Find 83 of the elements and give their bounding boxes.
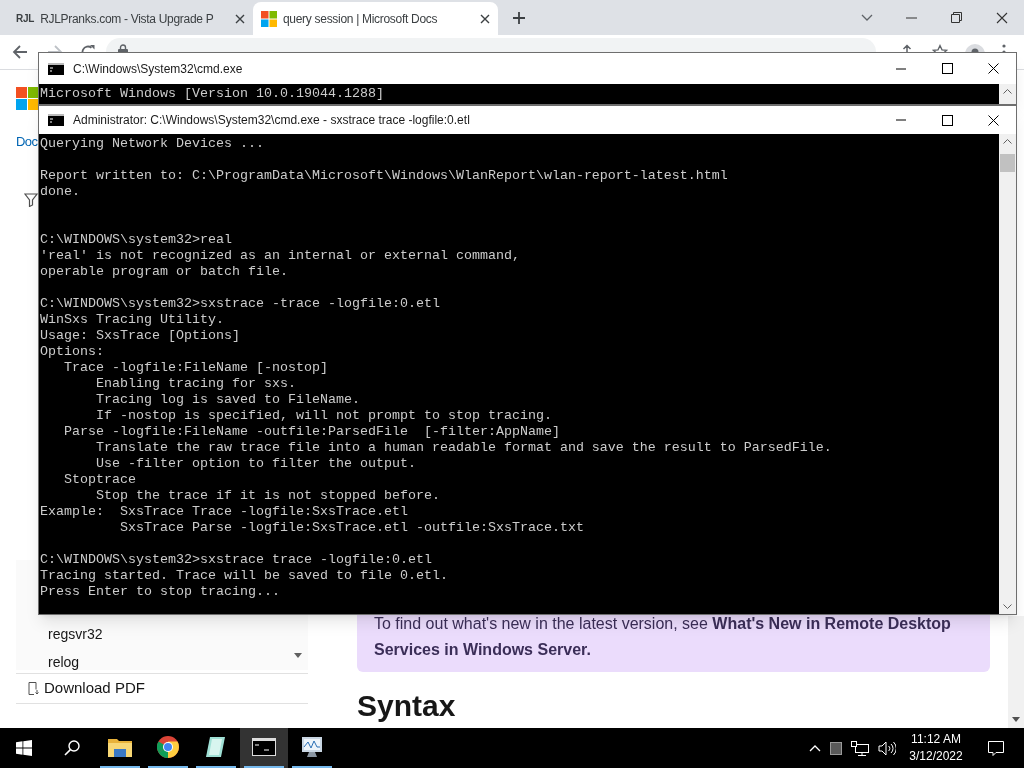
console-scrollbar[interactable] xyxy=(999,84,1016,104)
scroll-up-icon[interactable] xyxy=(1003,139,1012,144)
scroll-down-icon[interactable] xyxy=(1012,717,1020,722)
scroll-up-icon[interactable] xyxy=(1003,89,1012,94)
document-download-icon xyxy=(28,682,39,695)
console-line: done. xyxy=(40,184,80,200)
console-scrollbar[interactable] xyxy=(999,134,1016,614)
minimize-icon[interactable] xyxy=(896,67,906,70)
console-line: 'real' is not recognized as an internal or external command, xyxy=(40,248,520,264)
notepad-icon[interactable] xyxy=(205,736,227,758)
scroll-down-icon[interactable] xyxy=(294,653,302,658)
scroll-down-icon[interactable] xyxy=(1003,604,1012,609)
chevron-down-icon[interactable] xyxy=(860,13,873,22)
keyboard-tray-icon[interactable] xyxy=(830,741,842,755)
window-title: Administrator: C:\Windows\System32\cmd.exe - sxstrace trace -logfile:0.etl xyxy=(73,112,471,129)
network-icon[interactable] xyxy=(851,740,869,756)
scroll-thumb[interactable] xyxy=(1000,154,1015,172)
page-scrollbar[interactable] xyxy=(1008,616,1024,728)
taskbar-button[interactable] xyxy=(240,728,288,768)
console-line: Translate the raw trace file into a human readable format and save the result to ParsedFile. xyxy=(95,440,832,456)
console-app-icon[interactable] xyxy=(252,738,276,756)
console-line: Press Enter to stop tracing... xyxy=(40,584,280,600)
maximize-icon[interactable] xyxy=(941,114,953,126)
tab-title: query session | Microsoft Docs xyxy=(283,10,439,28)
chrome-icon[interactable] xyxy=(157,736,179,758)
close-icon[interactable] xyxy=(987,63,999,74)
four-squares-logo-icon xyxy=(261,10,277,27)
volume-icon[interactable] xyxy=(878,740,896,756)
console-line: C:\WINDOWS\system32>real xyxy=(40,232,232,248)
console-line: Querying Network Devices ... xyxy=(40,136,264,152)
close-icon[interactable] xyxy=(235,13,245,24)
console-line: Enabling tracing for sxs. xyxy=(95,376,296,392)
sidebar-item[interactable]: regsvr32 xyxy=(16,624,103,652)
chevron-up-icon[interactable] xyxy=(809,744,821,752)
console-line: Tracing started. Trace will be saved to file 0.etl. xyxy=(40,568,448,584)
console-line: Report written to: C:\ProgramData\Microsoft\Windows\WlanReport\wlan-report-latest.html xyxy=(40,168,728,184)
console-line: Options: xyxy=(40,344,104,360)
console-line: operable program or batch file. xyxy=(40,264,288,280)
browser-tab[interactable]: query session | Microsoft Docs xyxy=(253,2,498,35)
console-line: Tracing log is saved to FileName. xyxy=(95,392,360,408)
docs-link[interactable]: Doc xyxy=(16,132,38,152)
tab-title: RJLPranks.com - Vista Upgrade P xyxy=(40,10,215,28)
console-line: SxsTrace Parse -logfile:SxsTrace.etl -outfile:SxsTrace.txt xyxy=(118,520,584,536)
download-pdf-link[interactable]: Download PDF xyxy=(44,677,145,700)
console-line: Microsoft Windows [Version 10.0.19044.1288] xyxy=(40,86,384,102)
maximize-icon[interactable] xyxy=(941,63,953,74)
section-heading: Syntax xyxy=(357,688,457,724)
console-app-icon xyxy=(48,62,64,75)
back-arrow-icon[interactable] xyxy=(12,44,28,60)
clock-time[interactable]: 11:12 AM xyxy=(911,731,961,748)
windows-start-icon[interactable] xyxy=(16,740,32,756)
console-app-icon xyxy=(48,114,64,126)
console-line: C:\WINDOWS\system32>sxstrace trace -logfile:0.etl xyxy=(40,552,432,568)
console-line: Parse -logfile:FileName -outfile:ParsedFile [-filter:AppName] xyxy=(63,424,560,440)
four-squares-logo-icon[interactable] xyxy=(16,87,39,110)
notification-icon[interactable] xyxy=(988,740,1004,756)
star-icon[interactable] xyxy=(932,44,948,52)
console-line: Use -filter option to filter the output. xyxy=(95,456,416,472)
folder-icon[interactable] xyxy=(108,737,132,757)
console-line: Stoptrace xyxy=(63,472,136,488)
close-icon[interactable] xyxy=(995,11,1008,24)
new-tab-icon[interactable] xyxy=(512,10,526,25)
browser-tab[interactable]: RJL RJLPranks.com - Vista Upgrade P xyxy=(8,2,253,35)
window-title: C:\Windows\System32\cmd.exe xyxy=(73,60,244,78)
close-icon[interactable] xyxy=(480,13,490,24)
site-logo: RJL xyxy=(16,12,35,26)
lock-icon xyxy=(118,44,128,52)
restore-icon[interactable] xyxy=(951,12,962,23)
monitor-chart-icon[interactable] xyxy=(300,736,324,758)
filter-icon[interactable] xyxy=(24,193,38,207)
console-line: C:\WINDOWS\system32>sxstrace -trace -logfile:0.etl xyxy=(40,296,440,312)
console-line: WinSxs Tracing Utility. xyxy=(40,312,224,328)
note-text: To find out what's new in the latest version, see What's New in Remote Desktop Services in Windows Server. xyxy=(374,614,952,660)
search-icon[interactable] xyxy=(64,740,80,756)
minimize-icon[interactable] xyxy=(906,16,917,19)
close-icon[interactable] xyxy=(987,114,999,126)
console-line: Usage: SxsTrace [Options] xyxy=(40,328,240,344)
console-line: Trace -logfile:FileName [-nostop] xyxy=(63,360,328,376)
console-line: Example: SxsTrace Trace -logfile:SxsTrace.etl xyxy=(40,504,408,520)
console-line: Stop the trace if it is not stopped before. xyxy=(95,488,440,504)
clock-date[interactable]: 3/12/2022 xyxy=(909,748,963,765)
console-line: If -nostop is specified, will not prompt to stop tracing. xyxy=(95,408,552,424)
sidebar-item[interactable]: relog xyxy=(16,652,80,670)
